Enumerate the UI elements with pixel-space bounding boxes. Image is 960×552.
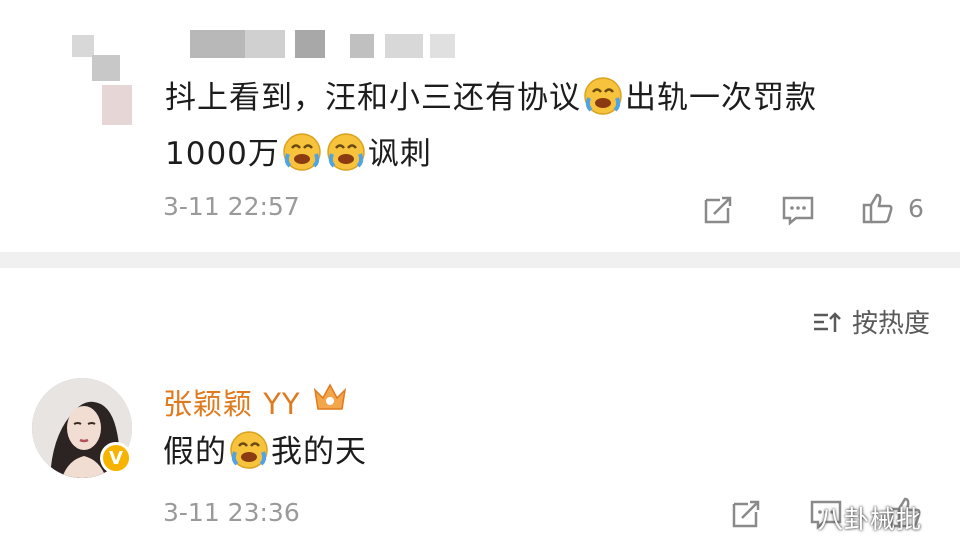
comment-timestamp: 3-11 23:36 (163, 498, 300, 527)
sort-icon (812, 308, 842, 336)
crown-icon (312, 381, 348, 413)
laugh-cry-icon (229, 430, 269, 470)
verified-badge: V (100, 442, 132, 474)
sort-by-hot-button[interactable]: 按热度 (812, 303, 930, 340)
comment-text: 抖上看到，汪和小三还有协议 出轨一次罚款 1000万 讽刺 (165, 70, 925, 182)
comment-line-1: 抖上看到，汪和小三还有协议 出轨一次罚款 (165, 70, 925, 126)
laugh-cry-icon (326, 132, 366, 172)
watermark: 八卦械批 (818, 505, 923, 534)
blurred-avatar[interactable] (52, 30, 144, 130)
like-count: 6 (908, 194, 924, 223)
comment-timestamp: 3-11 22:57 (163, 192, 300, 221)
comment-text: 假的 我的天 (163, 424, 367, 480)
share-icon[interactable] (728, 496, 764, 532)
laugh-cry-icon (583, 76, 623, 116)
section-divider (0, 252, 960, 268)
comment-username[interactable]: 张颖颖 YY (163, 381, 301, 423)
like-icon[interactable] (860, 190, 896, 226)
blurred-username[interactable] (190, 30, 470, 60)
laugh-cry-icon (282, 132, 322, 172)
sort-label: 按热度 (851, 309, 930, 339)
share-icon[interactable] (700, 192, 736, 228)
reply-icon[interactable] (780, 192, 816, 228)
comment-line-2: 1000万 讽刺 (165, 126, 925, 182)
